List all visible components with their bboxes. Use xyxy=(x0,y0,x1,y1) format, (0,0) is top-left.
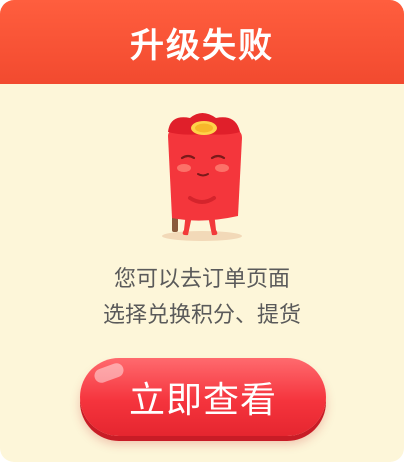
view-now-button[interactable]: 立即查看 xyxy=(80,358,326,436)
upgrade-failed-dialog: 升级失败 您可以去订单页面 选择兑换积分、提货 立即查看 xyxy=(0,0,404,462)
failure-message: 您可以去订单页面 选择兑换积分、提货 xyxy=(0,262,404,334)
dialog-title: 升级失败 xyxy=(130,25,274,66)
red-envelope-mascot-icon xyxy=(162,113,242,241)
view-now-button-label: 立即查看 xyxy=(128,380,277,421)
dialog-header: 升级失败 xyxy=(0,0,404,84)
message-line-2: 选择兑换积分、提货 xyxy=(102,303,301,328)
message-line-1: 您可以去订单页面 xyxy=(113,267,290,292)
